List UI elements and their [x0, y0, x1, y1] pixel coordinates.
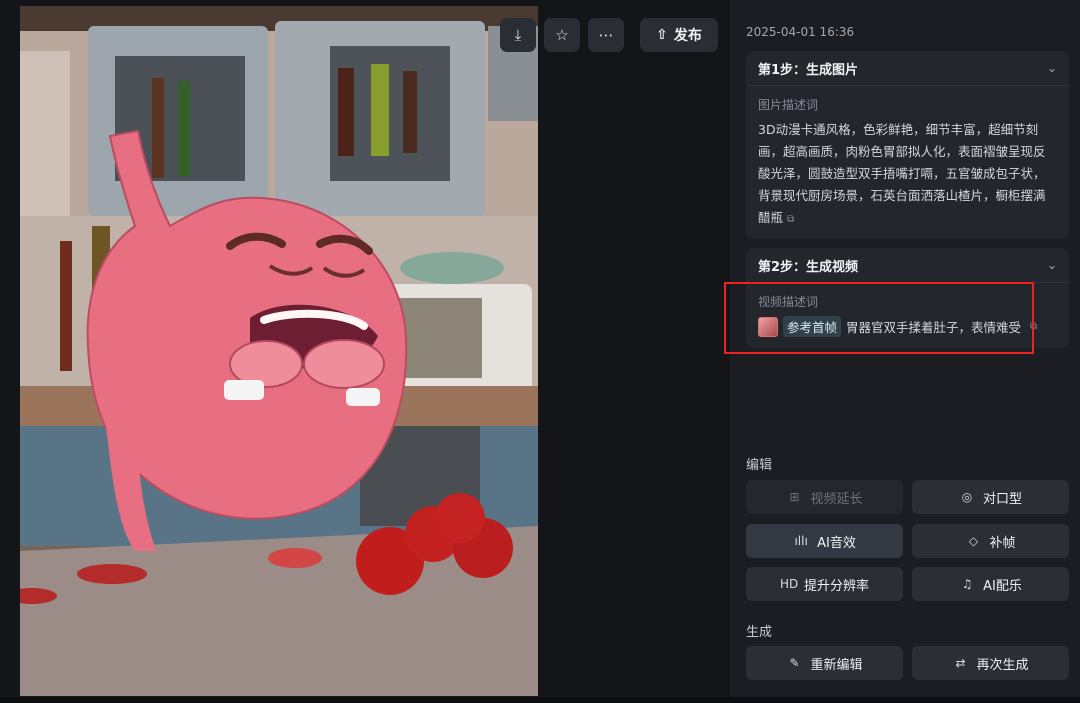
more-icon: ⋯: [598, 26, 614, 44]
generation-timestamp: 2025-04-01 16:36: [746, 25, 855, 39]
refresh-icon: ⇄: [955, 656, 966, 670]
diamond-icon: ◇: [968, 534, 979, 548]
lip-sync-button[interactable]: ◎ 对口型: [912, 480, 1069, 514]
chevron-down-icon: ⌄: [1046, 61, 1057, 75]
video-prompt-highlight-box: [724, 282, 1034, 354]
music-note-icon: ♫: [961, 577, 973, 591]
hd-icon: HD: [779, 577, 799, 591]
reedit-label: 重新编辑: [810, 657, 863, 673]
step2-header[interactable]: 第2步：生成视频 ⌄: [746, 248, 1069, 283]
upscale-resolution-button[interactable]: HD 提升分辨率: [746, 567, 903, 601]
generated-video-preview[interactable]: [20, 6, 538, 696]
reedit-button[interactable]: ✎ 重新编辑: [746, 646, 903, 680]
frame-interpolation-button[interactable]: ◇ 补帧: [912, 524, 1069, 558]
edit-section-title: 编辑: [746, 458, 773, 473]
more-options-button[interactable]: ⋯: [588, 18, 624, 52]
image-prompt-content: 3D动漫卡通风格，色彩鲜艳，细节丰富，超细节刻画，超高画质，肉粉色胃部拟人化，表…: [758, 122, 1046, 225]
chevron-down-icon: ⌄: [1046, 258, 1057, 272]
download-icon: ⤓: [514, 26, 522, 44]
upscale-resolution-label: 提升分辨率: [803, 578, 869, 594]
video-extend-label: 视频延长: [810, 491, 863, 507]
copy-icon[interactable]: ⧉: [787, 214, 794, 225]
preview-toolbar: ⤓ ☆ ⋯: [500, 18, 624, 52]
publish-button[interactable]: ⇧ 发布: [640, 18, 718, 52]
ai-sound-effects-label: AI音效: [817, 535, 856, 551]
lips-icon: ◎: [961, 490, 973, 504]
audio-wave-icon: ıllı: [794, 534, 808, 548]
step2-title: 第2步：生成视频: [758, 259, 859, 275]
regenerate-label: 再次生成: [976, 657, 1029, 673]
step1-card: 第1步：生成图片 ⌄ 图片描述词 3D动漫卡通风格，色彩鲜艳，细节丰富，超细节刻…: [746, 51, 1069, 239]
ai-music-button[interactable]: ♫ AI配乐: [912, 567, 1069, 601]
star-icon: ☆: [555, 26, 569, 44]
ai-sound-effects-button[interactable]: ıllı AI音效: [746, 524, 903, 558]
publish-label: 发布: [673, 28, 702, 44]
generate-section-title: 生成: [746, 625, 773, 640]
ai-music-label: AI配乐: [983, 578, 1022, 594]
lip-sync-label: 对口型: [982, 491, 1022, 507]
favorite-button[interactable]: ☆: [544, 18, 580, 52]
image-prompt-label: 图片描述词: [758, 98, 819, 112]
image-prompt-text: 3D动漫卡通风格，色彩鲜艳，细节丰富，超细节刻画，超高画质，肉粉色胃部拟人化，表…: [758, 119, 1057, 231]
upload-icon: ⇧: [656, 27, 668, 43]
step1-header[interactable]: 第1步：生成图片 ⌄: [746, 51, 1069, 86]
stomach-character-illustration: [20, 6, 538, 696]
step1-title: 第1步：生成图片: [758, 62, 859, 78]
frame-interpolation-label: 补帧: [989, 535, 1016, 551]
video-extend-button[interactable]: ⊞ 视频延长: [746, 480, 903, 514]
regenerate-button[interactable]: ⇄ 再次生成: [912, 646, 1069, 680]
bottom-border: [0, 697, 1080, 703]
extend-icon: ⊞: [789, 490, 800, 504]
download-button[interactable]: ⤓: [500, 18, 536, 52]
edit-icon: ✎: [789, 656, 800, 670]
